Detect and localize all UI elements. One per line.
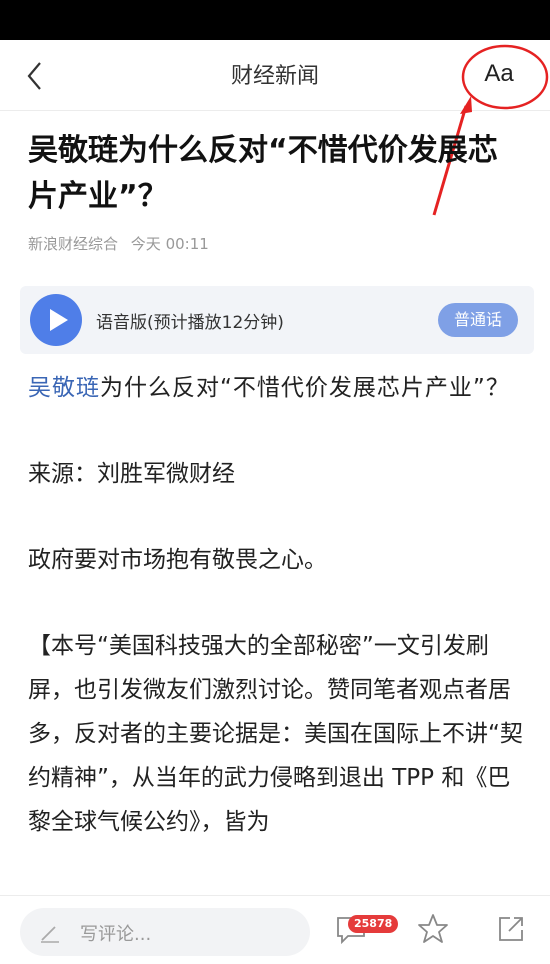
paragraph: 来源：刘胜军微财经 bbox=[28, 461, 235, 487]
voice-select-button[interactable]: 普通话 bbox=[437, 303, 518, 337]
article-time: 今天 00:11 bbox=[130, 235, 209, 253]
paragraph: 吴敬琏为什么反对“不惜代价发展芯片产业”？ bbox=[28, 366, 528, 410]
play-icon[interactable] bbox=[30, 294, 82, 346]
star-icon[interactable] bbox=[416, 912, 450, 946]
person-link[interactable]: 吴敬琏 bbox=[28, 375, 100, 401]
font-size-button[interactable]: Aa bbox=[468, 54, 530, 94]
pen-icon bbox=[38, 920, 62, 944]
comment-count-badge: 25878 bbox=[348, 915, 399, 933]
paragraph: 【本号“美国科技强大的全部秘密”一文引发刷屏，也引发微友们激烈讨论。赞同笔者观点… bbox=[28, 633, 523, 835]
audio-player[interactable]: 语音版(预计播放12分钟) 普通话 bbox=[20, 286, 534, 354]
share-icon[interactable] bbox=[494, 912, 528, 946]
article-meta: 新浪财经综合 今天 00:11 bbox=[28, 233, 217, 254]
paragraph-text: 为什么反对“不惜代价发展芯片产业”？ bbox=[100, 375, 510, 401]
nav-bar: 财经新闻 Aa bbox=[0, 40, 550, 111]
status-bar bbox=[0, 0, 550, 40]
article-headline: 吴敬琏为什么反对“不惜代价发展芯片产业”？ bbox=[28, 133, 498, 214]
article-source[interactable]: 新浪财经综合 bbox=[28, 235, 118, 253]
bottom-bar: 写评论... 25878 bbox=[0, 895, 550, 964]
comment-placeholder: 写评论... bbox=[80, 924, 152, 945]
paragraph: 政府要对市场抱有敬畏之心。 bbox=[28, 547, 327, 573]
article-body: 吴敬琏为什么反对“不惜代价发展芯片产业”？ 来源：刘胜军微财经 政府要对市场抱有… bbox=[28, 366, 528, 886]
audio-label: 语音版(预计播放12分钟) bbox=[96, 313, 284, 333]
comment-input[interactable]: 写评论... bbox=[20, 908, 310, 956]
